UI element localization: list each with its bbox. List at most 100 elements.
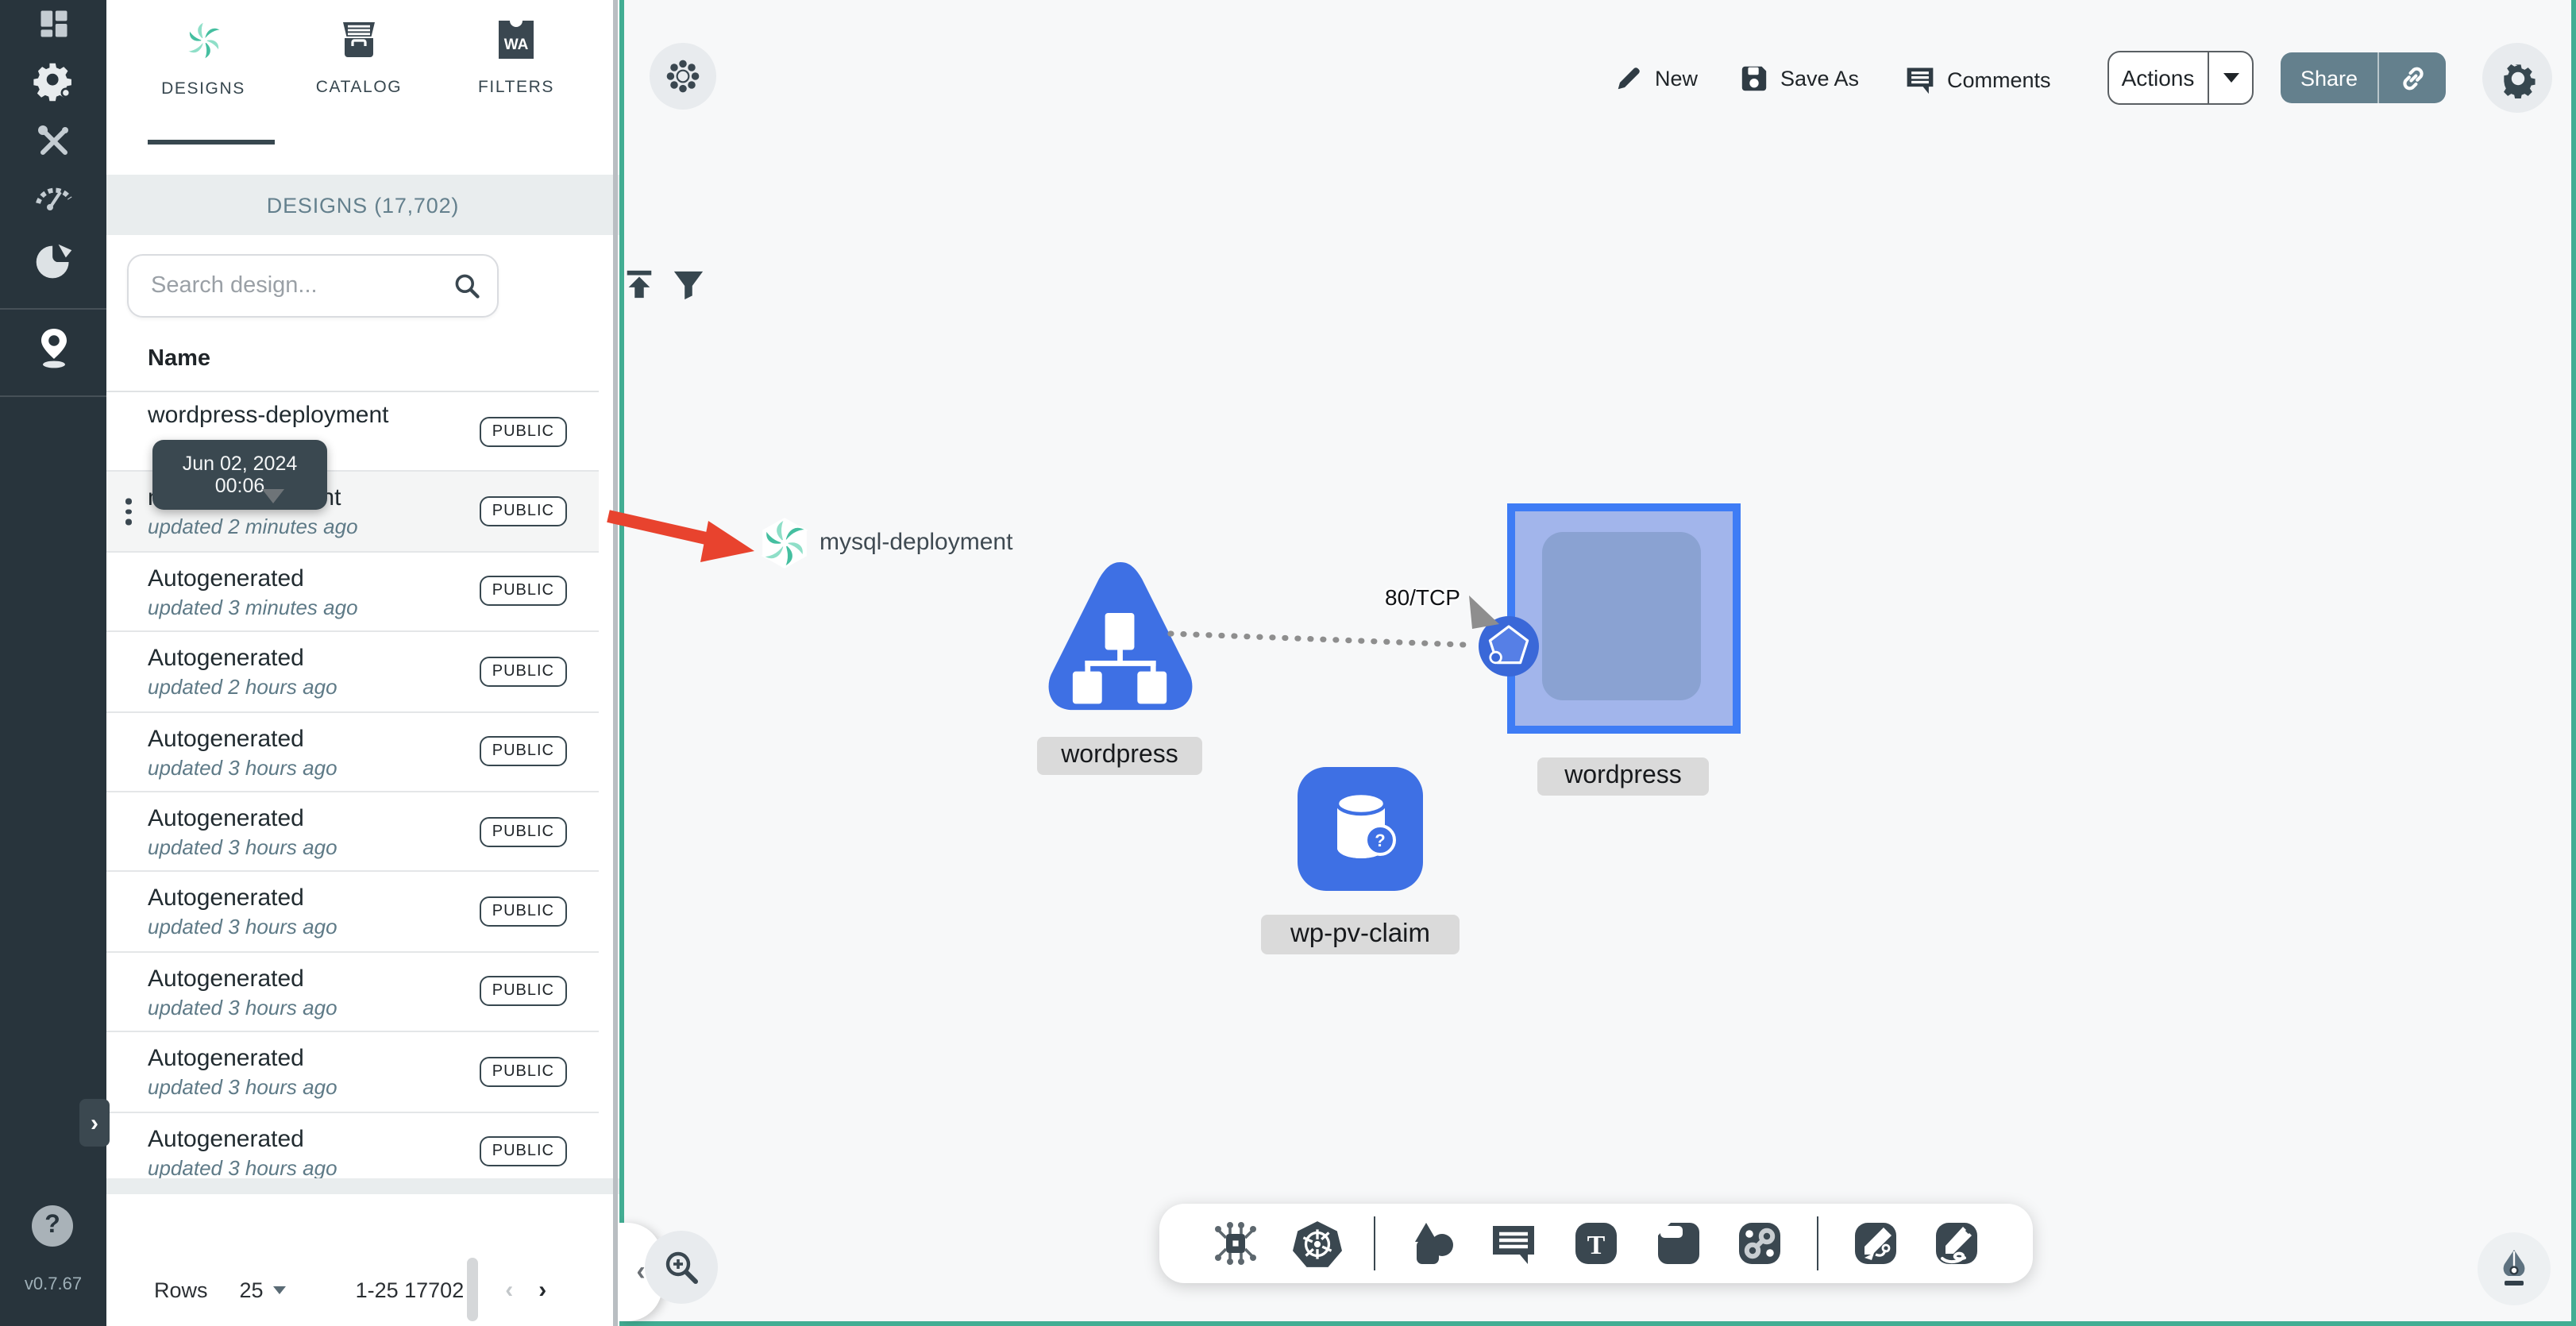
chevron-left-icon: ‹ [636,1256,646,1286]
tab-filters-label: FILTERS [478,78,554,97]
panel-scrollbar-track[interactable] [613,0,617,1326]
configuration-tools-icon[interactable] [0,121,106,162]
service-square-node[interactable] [1507,503,1741,734]
search-input[interactable] [148,272,453,300]
design-row[interactable]: Autogenerated updated 3 hours ago PUBLIC [106,872,599,953]
node-label-wordpress-service: wordpress [1537,757,1709,796]
kanvas-pin-icon[interactable] [0,326,106,370]
design-updated: updated 3 hours ago [148,835,337,859]
tab-catalog[interactable]: CATALOG [287,19,430,97]
note-icon[interactable] [1652,1218,1703,1269]
actions-label: Actions [2121,65,2195,91]
help-button[interactable]: ? [32,1205,73,1247]
share-label: Share [2300,66,2358,90]
design-row[interactable]: Autogenerated updated 2 hours ago PUBLIC [106,632,599,713]
design-name: Autogenerated [148,1125,304,1153]
design-updated: updated 3 hours ago [148,915,337,939]
design-name: Autogenerated [148,885,304,912]
design-mode-pen-button[interactable] [2478,1232,2551,1305]
tab-catalog-label: CATALOG [315,78,403,97]
visibility-badge: PUBLIC [479,576,567,607]
kebab-menu-icon[interactable] [125,498,131,525]
dashboard-icon[interactable] [0,5,106,43]
design-row[interactable]: Autogenerated updated 3 hours ago PUBLIC [106,952,599,1033]
panel-scrollbar-thumb[interactable] [467,1258,478,1321]
design-row[interactable]: Autogenerated updated 3 hours ago PUBLIC [106,1112,599,1178]
toolbar-divider [1816,1216,1819,1270]
visibility-badge: PUBLIC [479,496,567,527]
updated-date-tooltip: Jun 02, 2024 00:06 [152,440,327,510]
shapes-icon[interactable] [1407,1218,1458,1269]
left-nav-rail: › ? v0.7.67 [0,0,110,1326]
save-icon [1741,66,1767,91]
tab-designs-label: DESIGNS [161,79,245,98]
upload-icon[interactable] [623,267,656,310]
share-button[interactable]: Share [2281,52,2446,103]
design-row[interactable]: Autogenerated updated 3 hours ago PUBLIC [106,1032,599,1113]
chevron-down-icon [2223,73,2239,83]
visibility-badge: PUBLIC [479,656,567,687]
new-label: New [1655,67,1699,91]
pagination-range: 1-25 17702 [355,1278,465,1302]
tab-designs[interactable]: DESIGNS [132,19,275,98]
pen-nib-icon [2503,1250,2525,1286]
zoom-in-button[interactable] [645,1231,718,1304]
design-name: Autogenerated [148,645,304,673]
wasm-filter-icon: WA [499,21,534,59]
component-circuit-icon[interactable] [1209,1218,1260,1269]
design-updated: updated 2 minutes ago [148,515,358,539]
rows-per-page-select[interactable]: 25 [240,1278,286,1302]
version-label: v0.7.67 [24,1275,83,1294]
extensions-doughnut-icon[interactable] [0,240,106,284]
settings-button[interactable] [2482,43,2552,113]
service-port-badge[interactable] [1477,615,1541,678]
search-box[interactable] [127,254,499,318]
new-button[interactable]: New [1614,64,1698,94]
copy-link-button[interactable] [2379,63,2446,93]
chevron-right-icon: › [91,1109,98,1136]
question-mark-icon: ? [44,1212,60,1239]
pencil-icon [1618,67,1640,90]
prev-page-button[interactable]: ‹ [505,1277,513,1304]
square-node-inner [1542,532,1701,700]
dot-grid-button[interactable] [650,43,716,110]
design-name: Autogenerated [148,565,304,592]
deployment-triangle-node[interactable] [1043,557,1197,718]
design-updated: updated 3 hours ago [148,995,337,1020]
chevron-down-icon [272,1286,286,1294]
design-name: Autogenerated [148,965,304,993]
pencil-scribble-icon[interactable] [1932,1218,1983,1269]
save-as-button[interactable]: Save As [1739,64,1859,94]
filter-funnel-icon[interactable] [672,268,705,310]
link-icon [2402,66,2423,90]
pen-arrow-icon[interactable] [1850,1218,1901,1269]
design-list: wordpress-deploymentPUBLICmysql-deployme… [106,392,599,1178]
actions-button[interactable]: Actions [2107,51,2254,105]
svg-text:T: T [1587,1231,1606,1260]
comment-icon[interactable] [1489,1218,1540,1269]
performance-speedometer-icon[interactable] [0,176,106,218]
next-page-button[interactable]: › [538,1277,546,1304]
designs-count-header: DESIGNS (17,702) [106,175,619,235]
kubernetes-icon[interactable] [1291,1218,1342,1269]
tab-filters[interactable]: WA FILTERS [445,19,588,97]
design-row[interactable]: Autogenerated updated 3 minutes ago PUBLIC [106,552,599,633]
catalog-archive-icon [343,22,375,57]
edge-port-label: 80/TCP [1385,584,1460,610]
lifecycle-gears-icon[interactable] [0,59,106,103]
node-label-wp-pv-claim: wp-pv-claim [1261,915,1460,954]
comments-button[interactable]: Comments [1904,64,2051,95]
pvc-squircle-node[interactable]: ? [1298,767,1423,891]
link-icon[interactable] [1734,1218,1785,1269]
visibility-badge: PUBLIC [479,896,567,927]
rail-divider [0,308,106,310]
canvas-toolbar: T [1159,1204,2033,1283]
actions-dropdown-toggle[interactable] [2209,73,2252,83]
rail-expander-chevron[interactable]: › [79,1099,110,1147]
search-icon[interactable] [453,272,481,300]
design-row[interactable]: Autogenerated updated 3 hours ago PUBLIC [106,712,599,792]
meshery-design-icon[interactable] [758,516,812,570]
design-updated: updated 3 minutes ago [148,595,358,619]
text-icon[interactable]: T [1571,1218,1622,1269]
design-row[interactable]: Autogenerated updated 3 hours ago PUBLIC [106,792,599,873]
